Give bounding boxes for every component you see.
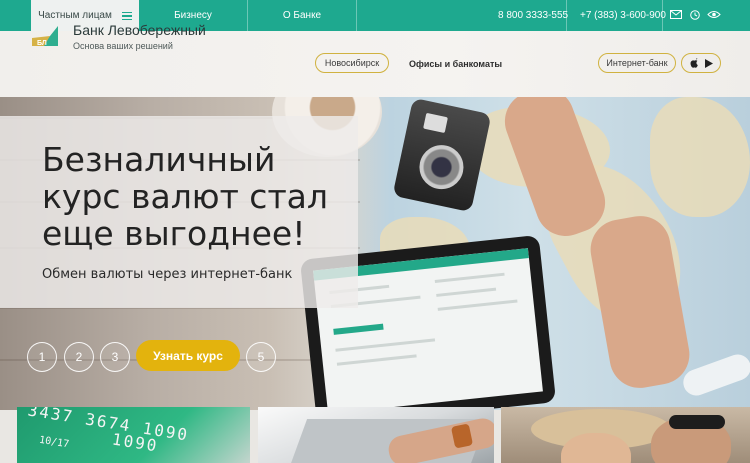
phone-free-text: 8 800 3333-555 [498,10,569,21]
hero-subline: Обмен валюты через интернет-банк [42,267,293,282]
city-selector[interactable]: Новосибирск [315,53,389,73]
slide-dot-1[interactable]: 1 [27,342,57,372]
slide-dot-2[interactable]: 2 [64,342,94,372]
promo-card-laptop[interactable] [258,407,494,463]
tablet-button [333,323,384,335]
tab-about-bank[interactable]: О Банке [248,0,356,31]
phone-free-link[interactable]: 8 800 3333-555 [498,0,568,31]
internet-bank-button[interactable]: Интернет-банк [598,53,676,73]
map-landmass [650,97,750,217]
hand-image [585,211,695,393]
divider [566,0,567,31]
bank-slogan: Основа ваших решений [73,41,173,51]
tablet-text-line [336,354,417,366]
tab-business-label: Бизнесу [174,10,212,21]
divider [662,0,663,31]
slide-dot-5[interactable]: 5 [246,342,276,372]
phone-local-link[interactable]: +7 (383) 3-600-900 [580,0,666,31]
promo-card-couple[interactable] [501,407,750,463]
toy-airplane-image [679,350,750,400]
camera-screen [423,112,448,134]
play-store-icon[interactable] [704,58,713,68]
camera-image [392,97,492,213]
mobile-apps-button[interactable] [681,53,721,73]
city-label: Новосибирск [324,58,380,68]
phone-local-text: +7 (383) 3-600-900 [580,10,666,21]
tab-private-clients-label: Частным лицам [38,10,112,21]
tab-about-bank-label: О Банке [282,10,322,21]
promo-card-credit-card[interactable]: 3437 3674 1090 10/17 1090 [17,407,250,463]
card-expiry-text: 10/17 [38,434,70,451]
tablet-text-line [335,338,436,352]
apple-icon[interactable] [690,58,699,68]
internet-bank-label: Интернет-банк [606,58,668,68]
svg-text:БЛ: БЛ [37,40,47,47]
camera-lens [415,141,468,194]
divider [356,0,357,31]
bank-name[interactable]: Банк Левобережный [73,22,206,38]
slide-dot-3[interactable]: 3 [100,342,130,372]
eye-icon[interactable] [707,10,721,19]
tablet-text-line [434,272,505,284]
tablet-text-line [437,299,518,311]
learn-rate-button[interactable]: Узнать курс [136,340,240,371]
clock-icon[interactable] [690,10,700,20]
sunglasses-image [669,415,725,429]
hero-headline: Безналичный курс валют стал еще выгоднее… [42,140,328,253]
bank-logo-icon[interactable]: БЛ [28,24,68,48]
menu-icon[interactable] [121,11,132,20]
mail-icon[interactable] [670,10,682,19]
offices-atms-link[interactable]: Офисы и банкоматы [409,59,502,69]
tablet-text-line [436,287,497,297]
